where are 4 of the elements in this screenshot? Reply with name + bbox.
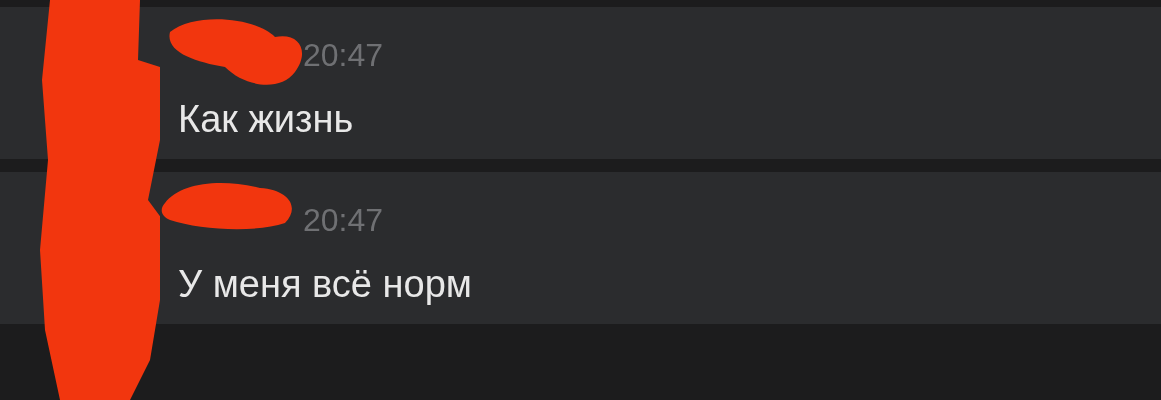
message-text: У меня всё норм — [178, 262, 472, 306]
message-time: 20:47 — [303, 37, 384, 73]
message-text: Как жизнь — [178, 97, 354, 141]
message-time: 20:47 — [303, 202, 384, 238]
